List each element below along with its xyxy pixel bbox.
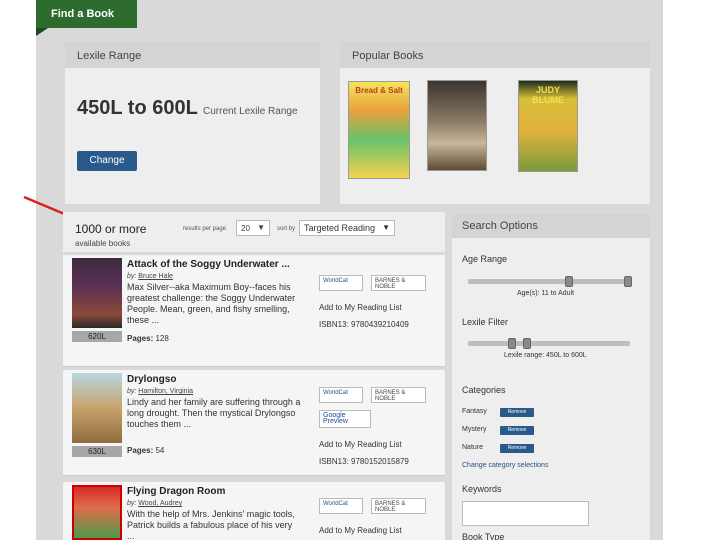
author-link[interactable]: Bruce Hale (138, 273, 173, 280)
sort-by-select[interactable]: Targeted Reading ▼ (299, 220, 395, 236)
add-to-reading-list-link[interactable]: Add to My Reading List (319, 440, 402, 449)
lexile-panel-title: Lexile Range (65, 42, 320, 68)
find-a-book-tab[interactable]: Find a Book (36, 0, 137, 28)
worldcat-button[interactable]: WorldCat (319, 275, 363, 291)
lexile-range-display: 450L to 600L Current Lexile Range (77, 97, 298, 120)
book-description: With the help of Mrs. Jenkins' magic too… (127, 509, 295, 540)
popular-book-cover[interactable] (427, 80, 487, 171)
lexile-max-handle[interactable] (523, 338, 531, 349)
lexile-filter-slider[interactable] (468, 338, 630, 349)
lexile-badge: 630L (72, 446, 122, 457)
popular-books-panel: Popular Books Bread & Salt JUDY BLUME (340, 42, 650, 204)
author-link[interactable]: Hamilton, Virginia (138, 388, 193, 395)
category-row: Mystery Remove (462, 426, 534, 435)
remove-category-button[interactable]: Remove (500, 444, 534, 453)
book-title[interactable]: Flying Dragon Room (127, 486, 225, 497)
book-pages: Pages: 128 (127, 334, 169, 343)
category-name: Fantasy (462, 408, 487, 415)
book-author: by: Wood, Audrey (127, 500, 182, 507)
items-per-page-label: results per page (183, 226, 227, 232)
author-prefix: by: (127, 388, 137, 395)
remove-category-button[interactable]: Remove (500, 426, 534, 435)
category-row: Nature Remove (462, 444, 534, 453)
age-max-handle[interactable] (624, 276, 632, 287)
category-row: Fantasy Remove (462, 408, 534, 417)
book-list-item: Flying Dragon Room by: Wood, Audrey With… (63, 482, 445, 540)
keywords-input[interactable] (462, 501, 589, 526)
book-description: Max Silver--aka Maximum Boy--faces his g… (127, 282, 296, 325)
lexile-range-panel: Lexile Range 450L to 600L Current Lexile… (65, 42, 320, 204)
search-options-panel: Search Options Age Range Age(s): 11 to A… (452, 214, 650, 540)
author-prefix: by: (127, 500, 137, 507)
categories-label: Categories (462, 385, 506, 395)
lexile-filter-label: Lexile Filter (462, 317, 509, 327)
book-list-item: 620L Attack of the Soggy Underwater ... … (63, 255, 445, 367)
popular-book-cover[interactable]: JUDY BLUME (518, 80, 578, 172)
book-cover[interactable] (72, 258, 122, 328)
age-range-slider[interactable] (468, 276, 632, 287)
age-range-label: Age Range (462, 254, 508, 264)
remove-category-button[interactable]: Remove (500, 408, 534, 417)
age-range-caption: Age(s): 11 to Adult (517, 290, 575, 297)
chevron-down-icon: ▼ (257, 223, 265, 232)
book-title[interactable]: Drylongso (127, 374, 176, 385)
book-list-item: 630L Drylongso by: Hamilton, Virginia Li… (63, 370, 445, 476)
change-lexile-button[interactable]: Change (77, 151, 137, 171)
results-header: 1000 or more available books results per… (63, 212, 445, 252)
pages-label: Pages: (127, 446, 154, 455)
pages-label: Pages: (127, 334, 154, 343)
lexile-range-value: 450L to 600L (77, 97, 198, 119)
barnes-noble-button[interactable]: BARNES & NOBLE (371, 498, 426, 514)
category-name: Nature (462, 444, 484, 451)
results-count-caption: available books (75, 239, 131, 248)
cover-text: JUDY BLUME (532, 85, 564, 105)
add-to-reading-list-link[interactable]: Add to My Reading List (319, 303, 402, 312)
tab-notch (36, 28, 48, 36)
category-name: Mystery (462, 426, 487, 433)
sort-by-value: Targeted Reading (304, 223, 376, 233)
search-options-title: Search Options (452, 214, 650, 238)
book-isbn: ISBN13: 9780439210409 (319, 320, 409, 329)
book-description: Lindy and her family are suffering throu… (127, 397, 301, 429)
lexile-min-handle[interactable] (508, 338, 516, 349)
author-link[interactable]: Wood, Audrey (138, 500, 182, 507)
pages-value: 128 (155, 334, 169, 343)
lexile-filter-caption: Lexile range: 450L to 600L (504, 352, 587, 359)
sort-by-label: sort by (277, 226, 296, 232)
book-isbn: ISBN13: 9780152015879 (319, 457, 409, 466)
worldcat-button[interactable]: WorldCat (319, 387, 363, 403)
author-prefix: by: (127, 273, 137, 280)
book-cover[interactable] (72, 485, 122, 540)
lexile-badge: 620L (72, 331, 122, 342)
items-per-page-select[interactable]: 20 ▼ (236, 220, 270, 236)
popular-panel-title: Popular Books (340, 42, 650, 68)
book-pages: Pages: 54 (127, 446, 164, 455)
cover-text: Bread & Salt (355, 86, 403, 95)
book-cover[interactable] (72, 373, 122, 443)
google-preview-button[interactable]: Google Preview (319, 410, 371, 428)
book-author: by: Hamilton, Virginia (127, 388, 193, 395)
items-per-page-value: 20 (241, 224, 250, 233)
keywords-label: Keywords (462, 484, 502, 494)
book-title[interactable]: Attack of the Soggy Underwater ... (127, 259, 290, 270)
age-min-handle[interactable] (565, 276, 573, 287)
popular-book-cover[interactable]: Bread & Salt (348, 81, 410, 179)
book-author: by: Bruce Hale (127, 273, 173, 280)
add-to-reading-list-link[interactable]: Add to My Reading List (319, 526, 402, 535)
barnes-noble-button[interactable]: BARNES & NOBLE (371, 387, 426, 403)
worldcat-button[interactable]: WorldCat (319, 498, 363, 514)
results-count: 1000 or more (75, 222, 147, 236)
barnes-noble-button[interactable]: BARNES & NOBLE (371, 275, 426, 291)
book-type-label: Book Type (462, 532, 505, 540)
pages-value: 54 (155, 446, 165, 455)
change-categories-link[interactable]: Change category selections (462, 462, 548, 469)
lexile-range-note: Current Lexile Range (203, 106, 298, 117)
chevron-down-icon: ▼ (382, 223, 390, 232)
